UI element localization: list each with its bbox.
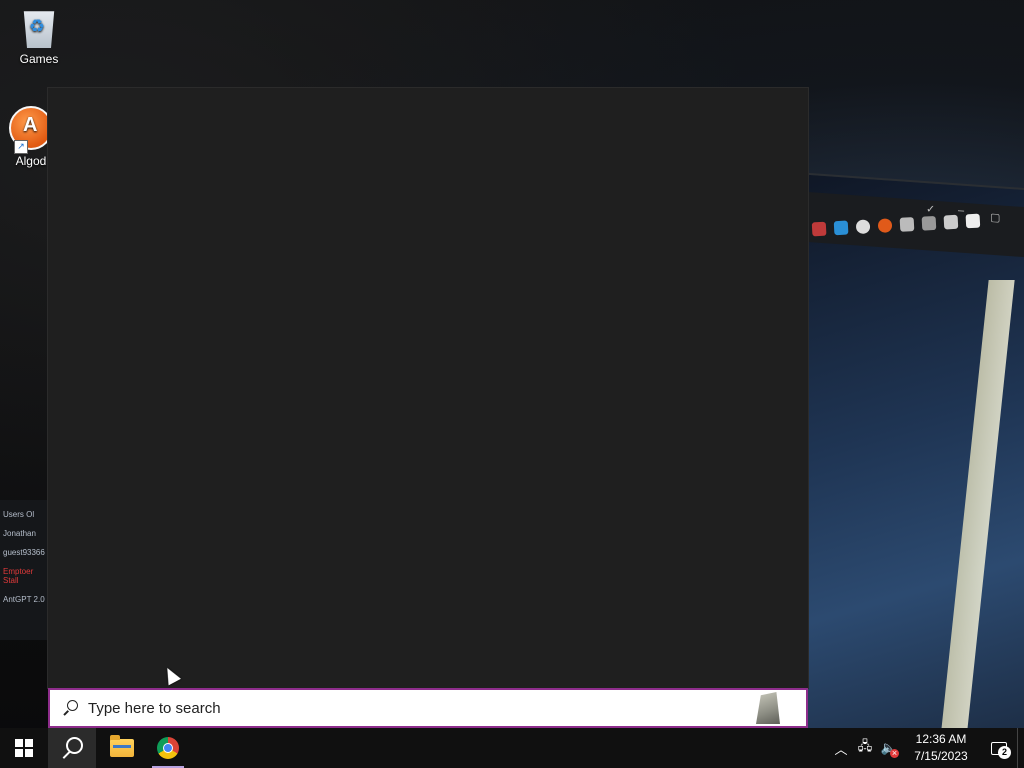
show-desktop-button[interactable] [1017, 728, 1024, 768]
taskbar-file-explorer[interactable] [98, 728, 146, 768]
wallpaper-panel-line: AntGPT 2.0 [3, 595, 45, 604]
wallpaper-panel-line: guest93366 [3, 548, 45, 557]
clock-date: 7/15/2023 [914, 749, 968, 763]
wallpaper-app-icon [833, 220, 849, 236]
wallpaper-panel-line: Users Ol [3, 510, 35, 519]
taskbar-clock[interactable]: 12:36 AM 7/15/2023 [909, 731, 973, 765]
wallpaper-app-icon [877, 218, 893, 233]
search-placeholder: Type here to search [88, 699, 221, 717]
clock-time: 12:36 AM [915, 732, 967, 746]
volume-muted-icon[interactable]: 🔈 [877, 740, 901, 758]
system-tray: ︿ 🖧 🔈 12:36 AM 7/15/2023 2 [829, 728, 1024, 768]
wallpaper-app-icon [921, 215, 937, 231]
wallpaper-maximize-glyph: ▢ [990, 211, 1001, 225]
network-icon[interactable]: 🖧 [853, 737, 877, 759]
recycle-bin-icon [23, 11, 55, 48]
folder-icon [110, 735, 134, 757]
wallpaper-app-icon [965, 213, 981, 229]
wallpaper-check-glyph: ✓ [926, 203, 936, 216]
chevron-up-icon[interactable]: ︿ [829, 739, 853, 758]
wallpaper-app-icon [899, 217, 915, 232]
wallpaper-app-icon [855, 219, 871, 235]
chrome-icon [157, 737, 179, 759]
taskbar-chrome[interactable] [146, 728, 190, 768]
search-icon [62, 700, 78, 716]
windows-logo-icon [15, 739, 33, 757]
wallpaper-left-panel: Users Ol Jonathan guest93366 Emptoer Sta… [0, 500, 50, 640]
action-center-button[interactable]: 2 [981, 728, 1017, 768]
search-flyout-panel [48, 88, 808, 688]
wallpaper-app-icon [943, 214, 959, 230]
start-button[interactable] [0, 728, 48, 768]
search-highlight-icon [756, 692, 780, 724]
wallpaper-panel-line: Jonathan [3, 529, 36, 538]
wallpaper-app-icon [811, 221, 827, 237]
search-icon [61, 737, 83, 759]
notification-count-badge: 2 [998, 746, 1011, 759]
shortcut-arrow-icon: ↗ [14, 140, 28, 154]
search-input[interactable]: Type here to search [48, 688, 808, 728]
taskbar-search-button[interactable] [48, 728, 96, 768]
desktop-icon-games[interactable]: Games [4, 8, 74, 66]
desktop-icon-label: Games [19, 52, 59, 66]
taskbar: ︿ 🖧 🔈 12:36 AM 7/15/2023 2 [0, 728, 1024, 768]
wallpaper-panel-line: Emptoer Stall [3, 567, 34, 585]
